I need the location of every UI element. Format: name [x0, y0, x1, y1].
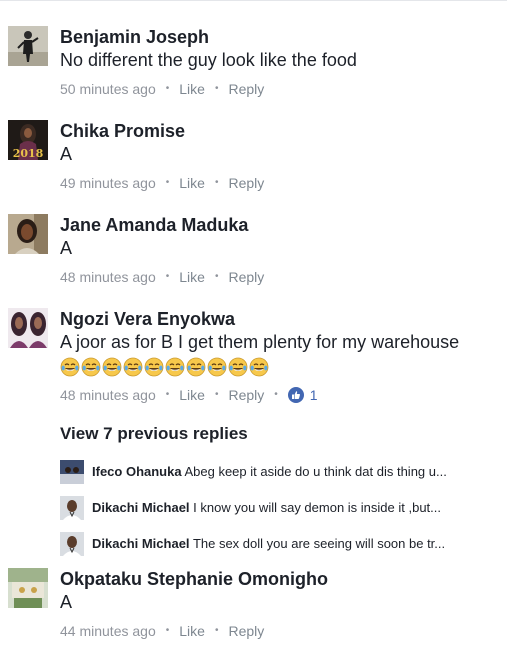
reply-author[interactable]: Ifeco Ohanuka — [92, 464, 182, 479]
separator-dot: • — [214, 83, 219, 94]
view-previous-replies-link[interactable]: View 7 previous replies — [60, 424, 248, 444]
reply-item: Dikachi Michael The sex doll you are see… — [60, 532, 500, 556]
avatar[interactable] — [60, 460, 84, 484]
reply-item: Ifeco Ohanuka Abeg keep it aside do u th… — [60, 460, 500, 484]
reply-link[interactable]: Reply — [228, 621, 264, 641]
avatar[interactable] — [8, 568, 48, 608]
separator-dot: • — [165, 625, 170, 636]
comment-author[interactable]: Okpataku Stephanie Omonigho — [60, 568, 503, 590]
comment-author[interactable]: Ngozi Vera Enyokwa — [60, 308, 503, 330]
reply-item: Dikachi Michael I know you will say demo… — [60, 496, 500, 520]
avatar[interactable] — [60, 496, 84, 520]
avatar[interactable]: 2018 — [8, 120, 48, 160]
comment-author[interactable]: Benjamin Joseph — [60, 26, 503, 48]
reply-link[interactable]: Reply — [228, 79, 264, 99]
reply-text: The sex doll you are seeing will soon be… — [192, 536, 446, 551]
tears-of-joy-emoji-icon — [249, 357, 269, 377]
avatar[interactable] — [8, 214, 48, 254]
separator-dot: • — [274, 389, 278, 400]
comment-text: A — [60, 592, 73, 612]
separator-dot: • — [165, 389, 170, 400]
tears-of-joy-emoji-icon — [81, 357, 101, 377]
comment-timestamp: 44 minutes ago — [60, 623, 156, 639]
reply-text: I know you will say demon is inside it ,… — [193, 500, 442, 515]
like-link[interactable]: Like — [179, 385, 205, 405]
separator-dot: • — [165, 177, 170, 188]
comment-author[interactable]: Chika Promise — [60, 120, 503, 142]
separator-dot: • — [214, 177, 219, 188]
reply-link[interactable]: Reply — [228, 173, 264, 193]
separator-dot: • — [214, 625, 219, 636]
emoji-row — [60, 356, 503, 378]
avatar[interactable] — [60, 532, 84, 556]
like-link[interactable]: Like — [179, 173, 205, 193]
reply-link[interactable]: Reply — [228, 385, 264, 405]
like-link[interactable]: Like — [179, 79, 205, 99]
tears-of-joy-emoji-icon — [60, 357, 80, 377]
tears-of-joy-emoji-icon — [186, 357, 206, 377]
comment-timestamp: 49 minutes ago — [60, 175, 156, 191]
tears-of-joy-emoji-icon — [123, 357, 143, 377]
comment-timestamp: 48 minutes ago — [60, 387, 156, 403]
avatar-caption: 2018 — [13, 147, 44, 160]
separator-dot: • — [214, 271, 219, 282]
reply-author[interactable]: Dikachi Michael — [92, 536, 190, 551]
like-reaction-icon[interactable] — [287, 387, 304, 403]
separator-dot: • — [165, 271, 170, 282]
tears-of-joy-emoji-icon — [207, 357, 227, 377]
comment-timestamp: 48 minutes ago — [60, 269, 156, 285]
tears-of-joy-emoji-icon — [144, 357, 164, 377]
avatar[interactable] — [8, 308, 48, 348]
reply-author[interactable]: Dikachi Michael — [92, 500, 190, 515]
top-divider — [0, 0, 507, 1]
tears-of-joy-emoji-icon — [102, 357, 122, 377]
comment-author[interactable]: Jane Amanda Maduka — [60, 214, 503, 236]
like-link[interactable]: Like — [179, 621, 205, 641]
reply-link[interactable]: Reply — [228, 267, 264, 287]
comment-text: A — [60, 144, 73, 164]
comment-text: A — [60, 238, 73, 258]
separator-dot: • — [214, 389, 219, 400]
separator-dot: • — [165, 83, 170, 94]
reply-text: Abeg keep it aside do u think dat dis th… — [184, 464, 447, 479]
tears-of-joy-emoji-icon — [165, 357, 185, 377]
comment-timestamp: 50 minutes ago — [60, 81, 156, 97]
like-link[interactable]: Like — [179, 267, 205, 287]
comment-text: No different the guy look like the food — [60, 50, 357, 70]
comment-text: A joor as for B I get them plenty for my… — [60, 332, 460, 352]
tears-of-joy-emoji-icon — [228, 357, 248, 377]
avatar[interactable] — [8, 26, 48, 66]
reaction-count[interactable]: 1 — [310, 385, 318, 405]
